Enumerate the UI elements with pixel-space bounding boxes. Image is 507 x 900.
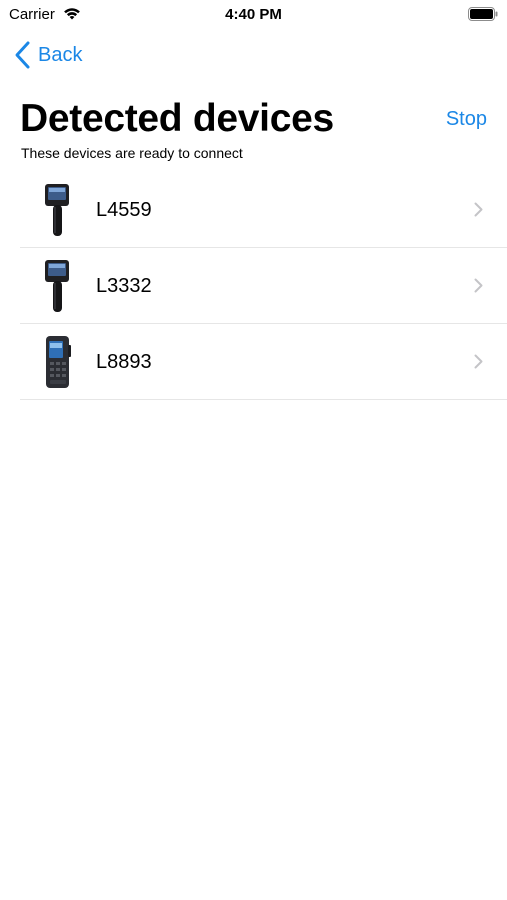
back-label: Back [38,44,83,66]
device-name: L4559 [96,199,152,221]
chevron-right-icon [474,354,483,369]
status-bar: Carrier 4:40 PM [0,0,507,28]
stop-button[interactable]: Stop [446,106,487,132]
device-name: L8893 [96,351,152,373]
device-row[interactable]: L4559 [20,172,507,248]
handheld-device-icon [40,181,74,239]
back-button[interactable]: Back [13,40,82,70]
device-name: L3332 [96,275,152,297]
chevron-right-icon [474,202,483,217]
page-title: Detected devices [20,97,334,140]
status-time: 4:40 PM [225,6,282,23]
page-subtitle: These devices are ready to connect [21,145,243,161]
battery-icon [468,7,498,21]
handheld-device-icon [40,257,74,315]
device-list: L4559 L3332 L8893 [20,172,507,400]
chevron-left-icon [15,41,30,69]
handheld-radio-icon [40,333,74,391]
device-row[interactable]: L8893 [20,324,507,400]
chevron-right-icon [474,278,483,293]
device-row[interactable]: L3332 [20,248,507,324]
